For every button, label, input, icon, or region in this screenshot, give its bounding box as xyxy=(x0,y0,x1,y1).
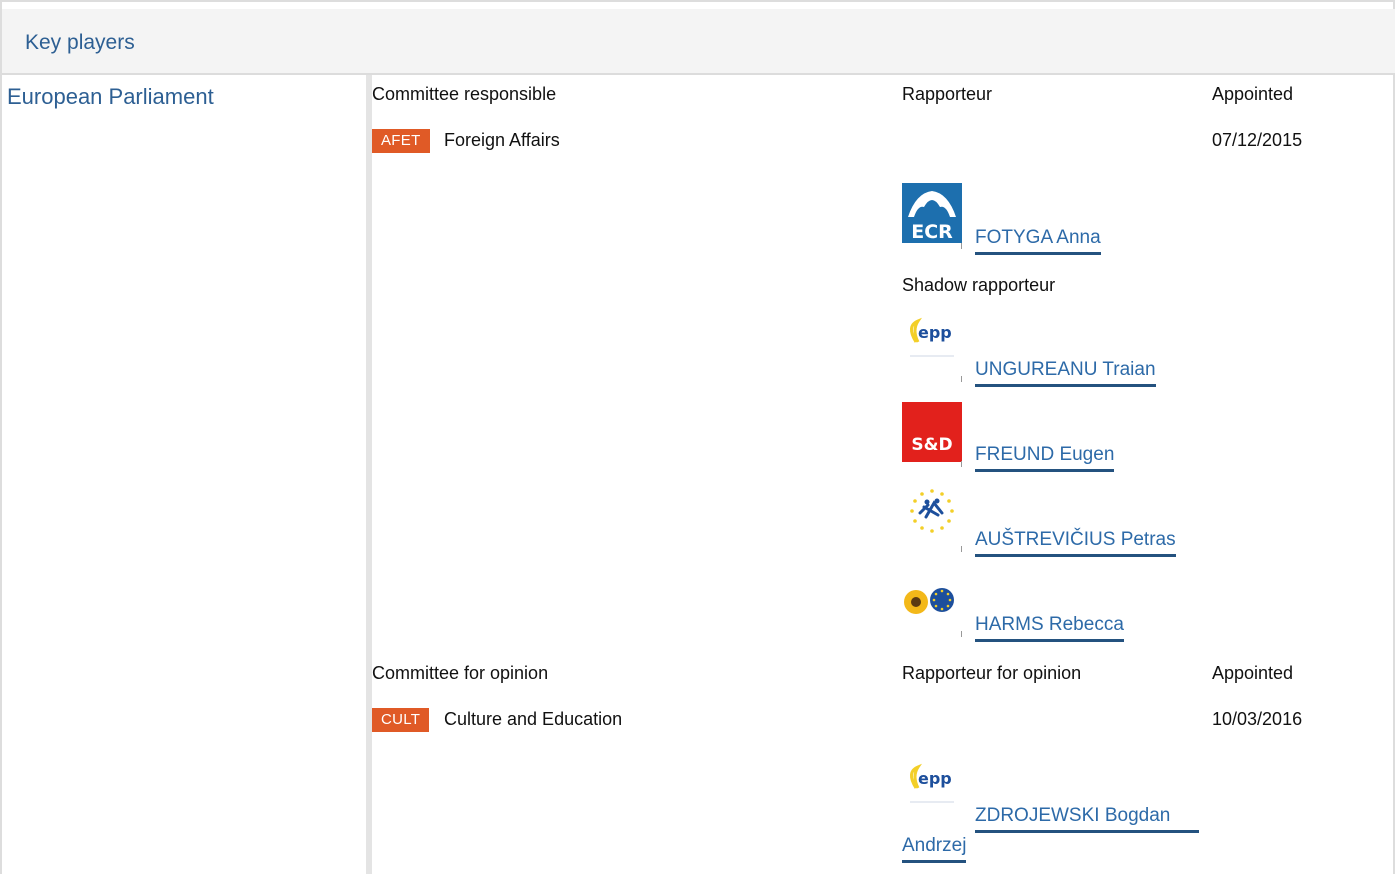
shadow-rapporteur-link-2[interactable]: FREUND Eugen xyxy=(975,443,1115,472)
appointed-date: 07/12/2015 xyxy=(1212,130,1303,150)
epp-group-logo-icon: epp xyxy=(910,763,954,803)
institution-column xyxy=(2,75,368,874)
alde-group-logo-icon xyxy=(910,489,954,533)
link-tick xyxy=(961,461,962,467)
svg-text:epp: epp xyxy=(918,323,952,342)
appointed-header-opinion: Appointed xyxy=(1212,663,1294,683)
committee-responsible-header: Committee responsible xyxy=(372,84,557,104)
shadow-rapporteur-link-4[interactable]: HARMS Rebecca xyxy=(975,613,1124,642)
institution-name[interactable]: European Parliament xyxy=(7,84,214,110)
rapporteur-opinion-header: Rapporteur for opinion xyxy=(902,663,1082,683)
shadow-rapporteur-link-3[interactable]: AUŠTREVIČIUS Petras xyxy=(975,528,1176,557)
opinion-appointed-date: 10/03/2016 xyxy=(1212,709,1303,729)
link-tick xyxy=(961,243,962,249)
section-title: Key players xyxy=(25,31,135,54)
shadow-rapporteur-header: Shadow rapporteur xyxy=(902,275,1056,295)
svg-text:epp: epp xyxy=(918,769,952,788)
epp-group-logo-icon: epp xyxy=(910,317,954,357)
committee-opinion-header: Committee for opinion xyxy=(372,663,549,683)
link-tick xyxy=(961,631,962,637)
rapporteur-link[interactable]: FOTYGA Anna xyxy=(975,226,1101,255)
opinion-rapporteur-link-line2[interactable]: Andrzej xyxy=(902,834,967,863)
link-tick xyxy=(961,546,962,552)
svg-text:ECR: ECR xyxy=(911,221,953,243)
greens-efa-group-logo-icon xyxy=(904,588,954,614)
shadow-rapporteur-link-1[interactable]: UNGUREANU Traian xyxy=(975,358,1156,387)
column-divider xyxy=(366,75,372,874)
committee-name: Foreign Affairs xyxy=(444,130,560,150)
rapporteur-header: Rapporteur xyxy=(902,84,993,104)
opinion-rapporteur-link-line1[interactable]: ZDROJEWSKI Bogdan xyxy=(975,804,1199,833)
opinion-committee-name: Culture and Education xyxy=(444,709,623,729)
link-tick xyxy=(961,376,962,382)
section-header: Key players xyxy=(2,9,1395,75)
appointed-header: Appointed xyxy=(1212,84,1294,104)
committee-code-badge[interactable]: AFET xyxy=(372,129,430,153)
svg-text:S&D: S&D xyxy=(911,435,952,455)
sd-group-logo-icon: S&D xyxy=(902,402,962,462)
opinion-committee-code-badge[interactable]: CULT xyxy=(372,708,430,732)
ecr-group-logo-icon: ECR xyxy=(902,183,962,243)
